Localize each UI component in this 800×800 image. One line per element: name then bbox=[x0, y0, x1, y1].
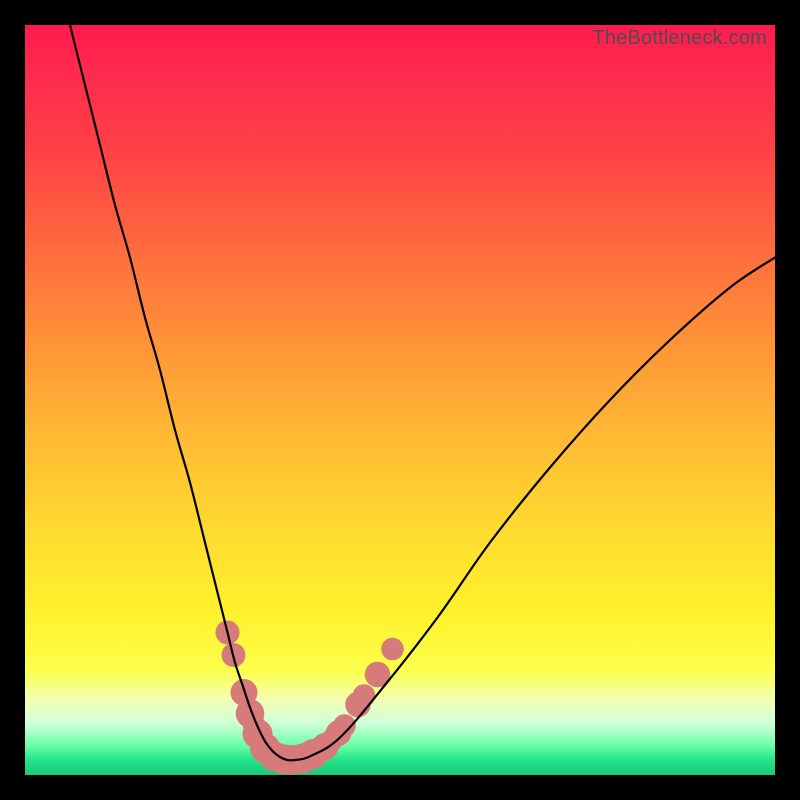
bead bbox=[353, 684, 376, 707]
bead bbox=[381, 638, 404, 661]
watermark-text: TheBottleneck.com bbox=[592, 27, 767, 50]
bottleneck-chart bbox=[25, 25, 775, 775]
gradient-plot-area: TheBottleneck.com bbox=[25, 25, 775, 775]
bottleneck-curve-path bbox=[70, 25, 775, 760]
